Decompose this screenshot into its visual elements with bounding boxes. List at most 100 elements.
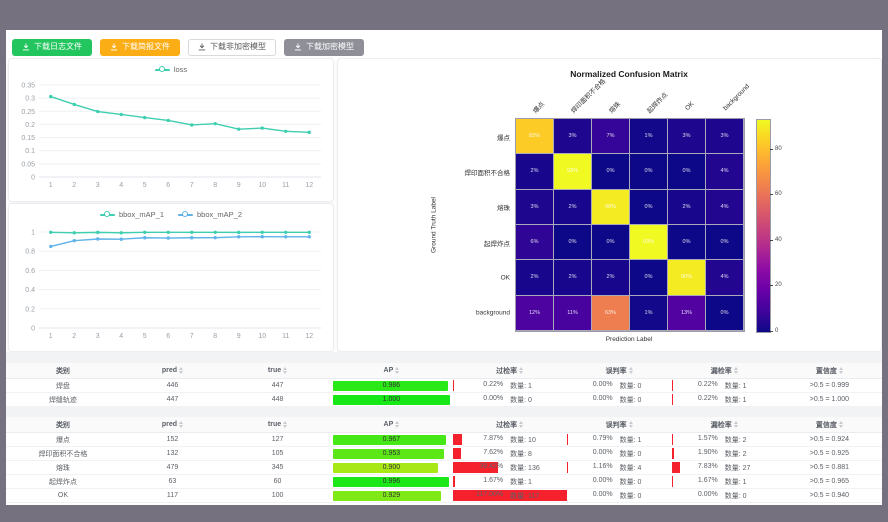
loss-line-chart: 00.050.10.150.20.250.30.3512345678910111…	[9, 59, 333, 201]
legend-item-bbox_mAP_2[interactable]: bbox_mAP_2	[178, 210, 242, 219]
x-tick-label: 4	[119, 333, 123, 340]
y-tick-label: 0.35	[21, 83, 35, 90]
rate-text: 0.79%数量: 1	[569, 435, 670, 445]
column-header-误判率[interactable]: 误判率	[567, 363, 672, 379]
rate-text: 7.62%数量: 8	[455, 449, 565, 459]
column-header-true[interactable]: true	[225, 363, 330, 379]
column-header-AP[interactable]: AP	[330, 363, 453, 379]
column-header-过检率[interactable]: 过检率	[453, 363, 567, 379]
sort-icon[interactable]	[734, 367, 738, 374]
download-icon	[294, 43, 302, 51]
download-encrypted-model-button[interactable]: 下载加密模型	[284, 39, 364, 56]
column-label: background	[722, 83, 751, 112]
cell-miss-rate: 1.57%数量: 2	[672, 433, 777, 447]
sort-icon[interactable]	[839, 367, 843, 374]
y-tick-label: 0.6	[25, 268, 35, 275]
sort-down-icon	[283, 371, 287, 374]
header-label: 过检率	[496, 420, 517, 430]
column-header-置信度[interactable]: 置信度	[777, 363, 882, 379]
cell-overdetect-rate: 0.00%数量: 0	[453, 393, 567, 407]
x-tick-label: 3	[96, 182, 100, 189]
legend-marker-icon	[155, 66, 170, 73]
ap-bar-wrap: 1.000	[333, 395, 450, 405]
ap-bar-wrap: 0.953	[333, 449, 450, 459]
sort-icon[interactable]	[395, 421, 399, 428]
header-cell: true	[225, 367, 330, 374]
cell-confidence: >0.5 = 0.881	[777, 461, 882, 475]
rate-count: 数量: 117	[510, 491, 546, 501]
header-label: pred	[162, 367, 177, 374]
sort-icon[interactable]	[734, 421, 738, 428]
column-header-置信度[interactable]: 置信度	[777, 417, 882, 433]
sort-up-icon	[519, 421, 523, 424]
sort-icon[interactable]	[283, 367, 287, 374]
sort-icon[interactable]	[519, 367, 523, 374]
rate-count: 数量: 0	[620, 395, 656, 405]
table-row: OK1171000.929117.00%数量: 1170.00%数量: 00.0…	[6, 489, 882, 503]
column-header-漏检率[interactable]: 漏检率	[672, 417, 777, 433]
data-point	[237, 231, 240, 234]
heatmap-cell: 0%	[706, 225, 743, 259]
rate-percent: 0.00%	[688, 491, 718, 501]
rate-text: 0.00%数量: 0	[569, 477, 670, 487]
colorbar-tick-mark	[770, 285, 773, 286]
x-tick-label: 1	[49, 182, 53, 189]
rate-percent: 0.22%	[688, 381, 718, 391]
sort-icon[interactable]	[395, 367, 399, 374]
data-point	[308, 235, 311, 238]
rate-percent: 7.87%	[473, 435, 503, 445]
sort-icon[interactable]	[629, 421, 633, 428]
rate-count: 数量: 4	[620, 463, 656, 473]
column-header-pred[interactable]: pred	[120, 417, 225, 433]
column-header-过检率[interactable]: 过检率	[453, 417, 567, 433]
header-cell: 漏检率	[672, 366, 777, 376]
x-tick-label: 2	[72, 333, 76, 340]
sort-down-icon	[519, 371, 523, 374]
ap-bar-wrap: 0.986	[333, 381, 450, 391]
column-header-true[interactable]: true	[225, 417, 330, 433]
download-report-button[interactable]: 下载简报文件	[100, 39, 180, 56]
sort-icon[interactable]	[519, 421, 523, 428]
sort-icon[interactable]	[283, 421, 287, 428]
rate-count: 数量: 0	[725, 491, 761, 501]
header-label: pred	[162, 421, 177, 428]
heatmap-cell: 2%	[516, 154, 553, 188]
column-header-pred[interactable]: pred	[120, 363, 225, 379]
column-header-AP[interactable]: AP	[330, 417, 453, 433]
cell-category: 爆点	[6, 433, 120, 447]
colorbar-tick-label: 60	[775, 191, 782, 197]
y-tick-label: 0.2	[25, 122, 35, 129]
cell-ap: 0.929	[330, 489, 453, 503]
map-chart-legend: bbox_mAP_1 bbox_mAP_2	[9, 210, 333, 219]
legend-item-loss[interactable]: loss	[155, 65, 187, 74]
colorbar-tick-mark	[770, 149, 773, 150]
x-tick-label: 8	[213, 333, 217, 340]
sort-icon[interactable]	[629, 367, 633, 374]
heatmap-cell: 7%	[592, 119, 629, 153]
section-divider	[6, 352, 882, 363]
sort-icon[interactable]	[179, 421, 183, 428]
rate-count: 数量: 1	[620, 435, 656, 445]
x-tick-label: 10	[258, 182, 266, 189]
column-header-漏检率[interactable]: 漏检率	[672, 363, 777, 379]
cell-misjudge-rate: 0.00%数量: 0	[567, 475, 672, 489]
sort-icon[interactable]	[179, 367, 183, 374]
sort-up-icon	[839, 367, 843, 370]
rate-count: 数量: 27	[725, 463, 761, 473]
download-log-button[interactable]: 下载日志文件	[12, 39, 92, 56]
table-gap	[6, 407, 882, 417]
legend-marker-icon	[100, 211, 115, 218]
column-header-误判率[interactable]: 误判率	[567, 417, 672, 433]
cell-true: 105	[225, 447, 330, 461]
download-icon	[22, 43, 30, 51]
loss-chart-legend: loss	[9, 65, 333, 74]
cell-overdetect-rate: 0.22%数量: 1	[453, 379, 567, 393]
legend-item-bbox_mAP_1[interactable]: bbox_mAP_1	[100, 210, 164, 219]
heatmap-cell: 2%	[668, 190, 705, 224]
heatmap-cell: 83%	[516, 119, 553, 153]
sort-icon[interactable]	[839, 421, 843, 428]
rate-percent: 1.67%	[688, 477, 718, 487]
cell-overdetect-rate: 1.67%数量: 1	[453, 475, 567, 489]
download-plain-model-button[interactable]: 下载非加密模型	[188, 39, 276, 56]
rate-text: 1.67%数量: 1	[455, 477, 565, 487]
